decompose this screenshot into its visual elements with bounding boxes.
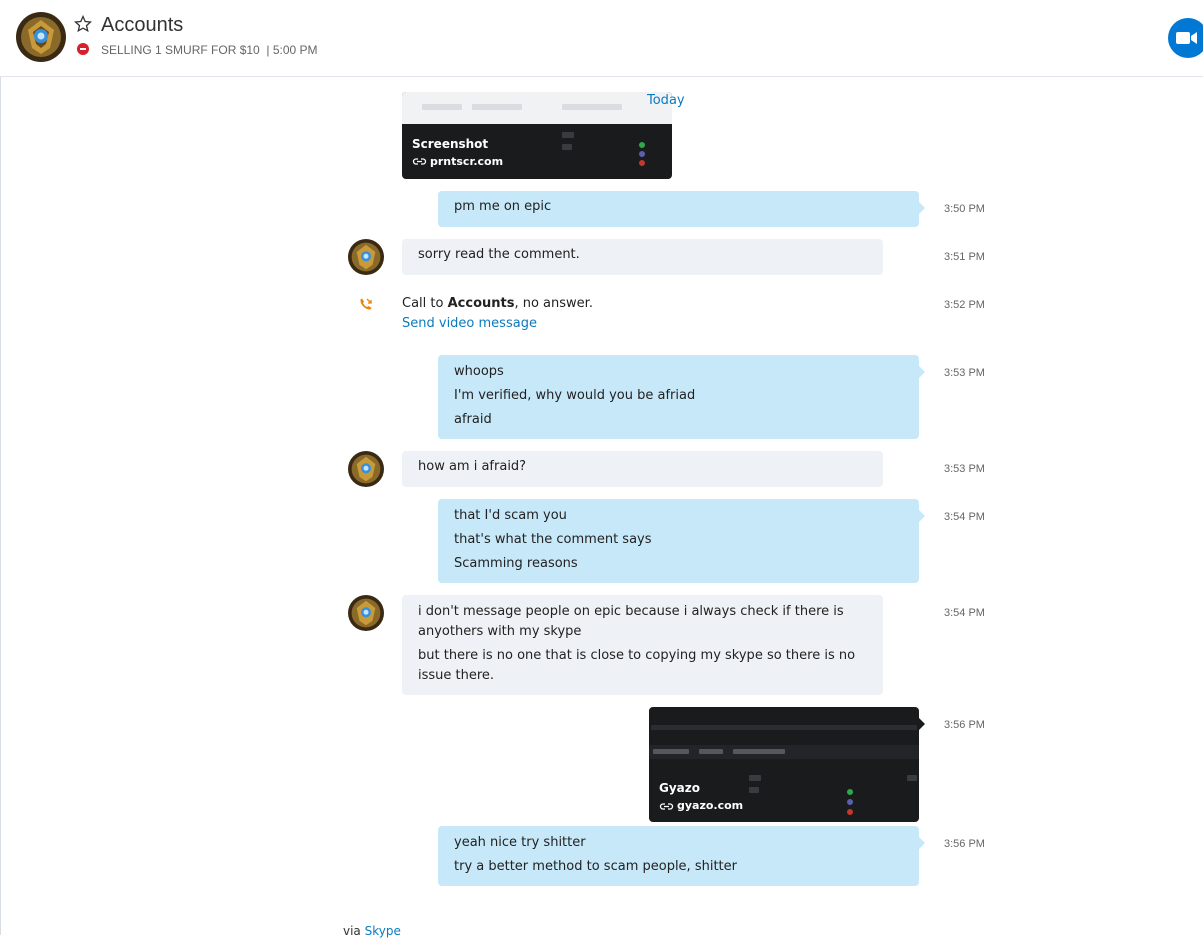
preview-decor — [639, 160, 645, 166]
message-line: yeah nice try shitter — [454, 835, 586, 850]
preview-decor — [749, 787, 759, 793]
contact-avatar-small[interactable] — [348, 595, 384, 631]
outgoing-message[interactable]: yeah nice try shitter try a better metho… — [438, 826, 925, 886]
outgoing-message[interactable]: pm me on epic — [438, 191, 925, 227]
message-time: 3:50 PM — [944, 203, 985, 215]
preview-decor — [562, 132, 574, 138]
link-icon — [659, 803, 674, 810]
message-line: that I'd scam you — [454, 508, 567, 523]
outgoing-message[interactable]: whoops I'm verified, why would you be af… — [438, 355, 925, 439]
preview-decor — [749, 775, 761, 781]
preview-decor — [847, 799, 853, 805]
link-preview-gyazo[interactable]: Gyazo gyazo.com — [649, 707, 919, 822]
preview-decor — [639, 142, 645, 148]
mood-separator: | — [266, 43, 270, 57]
preview-decor — [562, 104, 622, 110]
link-icon — [412, 158, 427, 165]
footer-attribution: via Skype — [343, 924, 401, 938]
video-call-icon — [1176, 32, 1197, 44]
preview-title: Gyazo — [659, 781, 700, 795]
skype-link[interactable]: Skype — [365, 924, 401, 938]
contact-avatar-small[interactable] — [348, 239, 384, 275]
preview-decor — [733, 749, 785, 754]
preview-host: gyazo.com — [677, 799, 744, 812]
message-line: try a better method to scam people, shit… — [454, 859, 737, 874]
preview-decor — [907, 775, 917, 781]
preview-decor — [653, 749, 689, 754]
message-line: whoops — [454, 364, 504, 379]
call-event: Call to Accounts, no answer. — [402, 296, 593, 311]
message-line: that's what the comment says — [454, 532, 652, 547]
message-time: 3:54 PM — [944, 607, 985, 619]
message-time: 3:53 PM — [944, 463, 985, 475]
preview-host: prntscr.com — [430, 155, 504, 168]
conversation-header: Accounts SELLING 1 SMURF FOR $10 | 5:00 … — [0, 0, 1203, 77]
preview-decor — [639, 151, 645, 157]
date-divider: Today — [647, 93, 685, 108]
incoming-message[interactable]: sorry read the comment. — [402, 239, 883, 275]
message-time: 3:53 PM — [944, 367, 985, 379]
mood-message: SELLING 1 SMURF FOR $10 | 5:00 PM — [101, 43, 318, 57]
call-suffix: , no answer. — [514, 296, 593, 311]
message-line: sorry read the comment. — [418, 247, 580, 262]
incoming-message[interactable]: i don't message people on epic because i… — [402, 595, 883, 695]
contact-avatar-small[interactable] — [348, 451, 384, 487]
preview-decor — [847, 809, 853, 815]
message-time: 3:56 PM — [944, 838, 985, 850]
contact-name[interactable]: Accounts — [101, 14, 183, 37]
message-time: 3:54 PM — [944, 511, 985, 523]
message-line: but there is no one that is close to cop… — [418, 648, 856, 683]
call-prefix: Call to — [402, 296, 448, 311]
preview-decor — [472, 104, 522, 110]
message-line: afraid — [454, 412, 492, 427]
message-time: 3:51 PM — [944, 251, 985, 263]
star-icon[interactable] — [74, 15, 92, 33]
do-not-disturb-icon — [77, 43, 89, 55]
message-line: Scamming reasons — [454, 556, 578, 571]
link-preview-screenshot[interactable]: Screenshot prntscr.com — [402, 92, 672, 179]
message-line: I'm verified, why would you be afriad — [454, 388, 696, 403]
contact-avatar[interactable] — [16, 12, 66, 62]
outgoing-message[interactable]: that I'd scam you that's what the commen… — [438, 499, 925, 583]
message-line: i don't message people on epic because i… — [418, 604, 844, 639]
preview-decor — [847, 789, 853, 795]
mood-text: SELLING 1 SMURF FOR $10 — [101, 43, 260, 57]
message-line: pm me on epic — [454, 199, 552, 214]
send-video-message-link[interactable]: Send video message — [402, 316, 537, 331]
incoming-message[interactable]: how am i afraid? — [402, 451, 883, 487]
message-time: 3:52 PM — [944, 299, 985, 311]
message-time: 3:56 PM — [944, 719, 985, 731]
preview-decor — [422, 104, 462, 110]
video-call-button[interactable] — [1168, 18, 1203, 58]
preview-decor — [562, 144, 572, 150]
preview-title: Screenshot — [412, 137, 489, 151]
preview-decor — [699, 749, 723, 754]
preview-decor — [651, 725, 917, 730]
preview-pointer — [919, 718, 925, 730]
missed-call-icon — [360, 298, 372, 310]
mood-time: 5:00 PM — [272, 43, 318, 57]
left-border — [0, 0, 1, 935]
message-line: how am i afraid? — [418, 459, 527, 474]
footer-via: via — [343, 924, 365, 938]
call-contact: Accounts — [447, 296, 515, 311]
